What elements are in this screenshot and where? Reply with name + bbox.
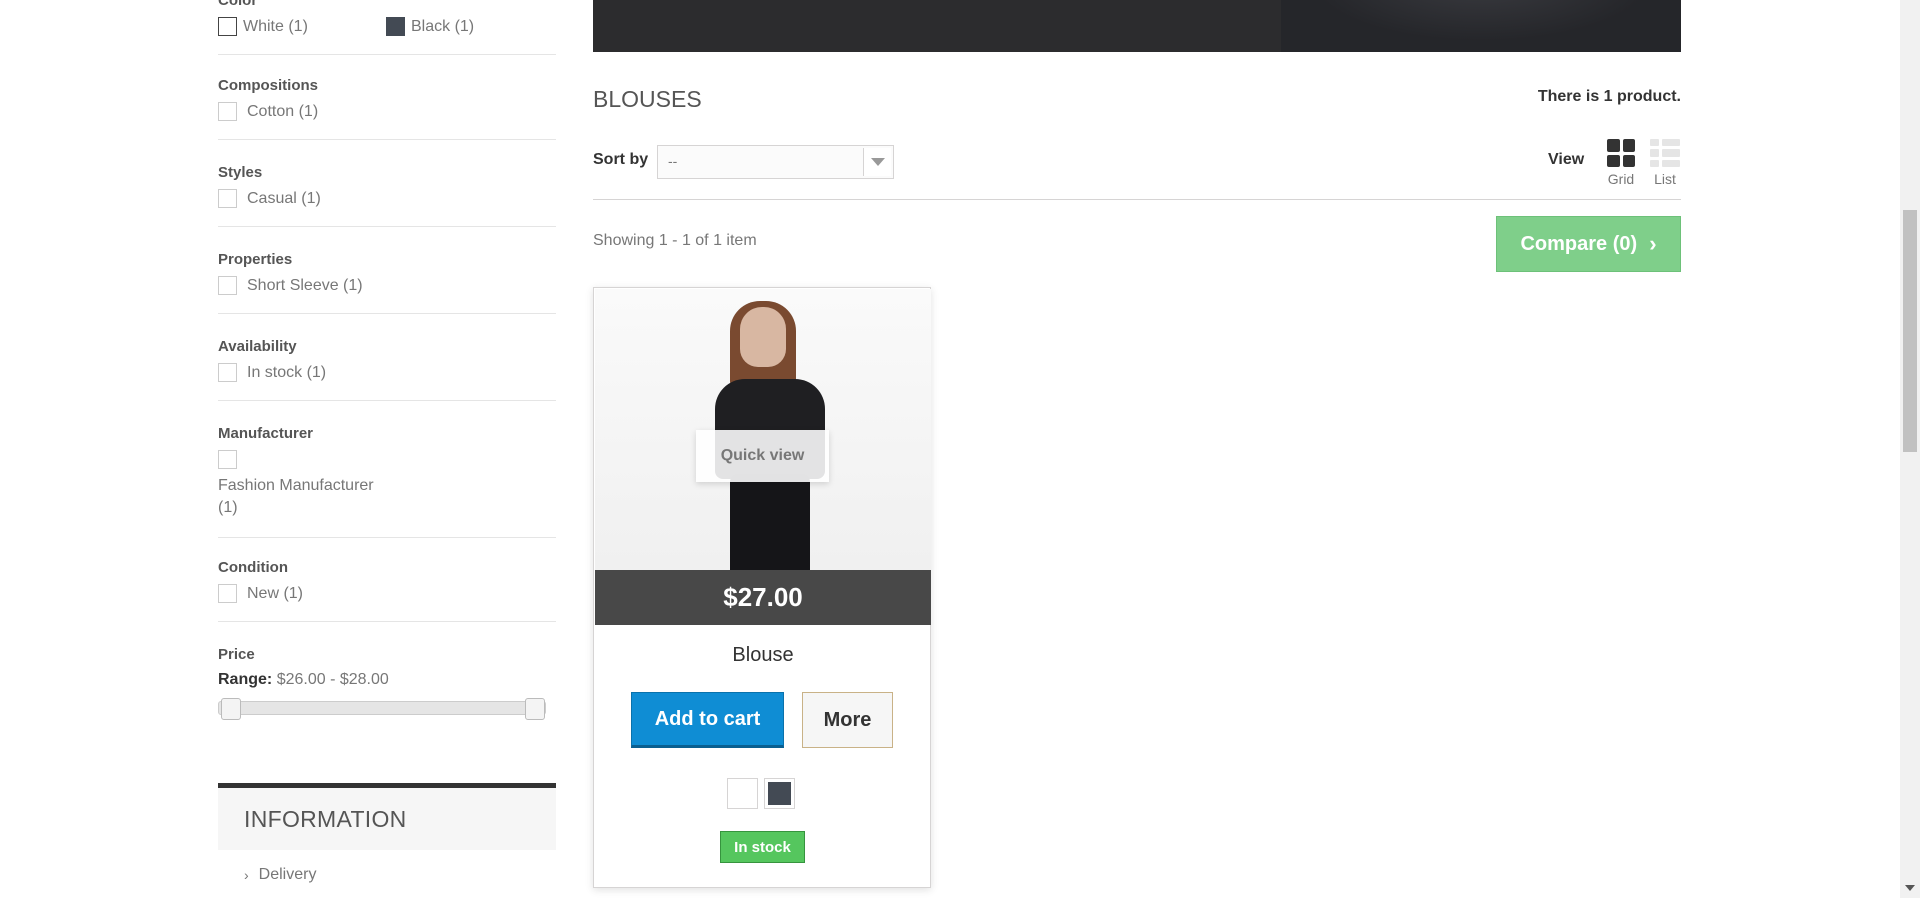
filter-group-color: Color White (1) Black (1) [218, 0, 556, 55]
filter-group-condition: Condition New (1) [218, 559, 556, 622]
filter-label: Cotton (1) [247, 102, 319, 120]
color-swatch-black[interactable] [764, 778, 795, 809]
compare-label: Compare (0) [1520, 232, 1638, 255]
filter-label: New (1) [247, 584, 304, 602]
view-list-label: List [1654, 171, 1676, 187]
scrollbar-thumb[interactable] [1903, 210, 1917, 452]
view-list-button[interactable]: List [1645, 139, 1685, 187]
filter-title: Price [218, 646, 255, 663]
stock-badge: In stock [720, 831, 805, 863]
filter-group-price: Price Range: $26.00 - $28.00 [218, 646, 556, 733]
price-slider-max-handle[interactable] [525, 698, 545, 720]
filter-label: In stock (1) [247, 363, 327, 381]
category-banner-image [593, 0, 1681, 52]
filter-title: Styles [218, 164, 263, 181]
information-title: INFORMATION [218, 783, 556, 850]
filter-option-fashion-manufacturer[interactable]: Fashion Manufacturer (1) [218, 450, 388, 519]
color-swatch-white[interactable] [218, 17, 237, 36]
color-swatch-black[interactable] [386, 17, 405, 36]
filter-option-in-stock[interactable]: In stock (1) [218, 363, 386, 382]
category-title: BLOUSES [593, 86, 702, 112]
banner-shape [1281, 0, 1681, 52]
filter-label: Fashion Manufacturer (1) [218, 477, 374, 516]
filter-group-manufacturer: Manufacturer Fashion Manufacturer (1) [218, 425, 556, 538]
product-image[interactable]: Quick view [595, 289, 931, 571]
view-label: View [1548, 151, 1585, 168]
filter-option-short-sleeve[interactable]: Short Sleeve (1) [218, 276, 468, 295]
model-face [740, 307, 786, 367]
filter-option-new[interactable]: New (1) [218, 584, 386, 603]
view-grid-label: Grid [1607, 171, 1635, 187]
more-button[interactable]: More [802, 692, 893, 748]
list-view-icon [1650, 139, 1680, 167]
sort-select[interactable]: -- [657, 145, 894, 179]
filter-title: Color [218, 0, 258, 9]
product-count: There is 1 product. [1537, 88, 1681, 105]
product-name[interactable]: Blouse [594, 644, 932, 667]
filter-checkbox[interactable] [218, 584, 237, 603]
filter-checkbox[interactable] [218, 276, 237, 295]
price-range-text: Range: $26.00 - $28.00 [218, 671, 556, 689]
information-block: INFORMATION › Delivery [218, 783, 556, 884]
color-option-black[interactable]: Black (1) [386, 17, 554, 36]
product-card[interactable]: Quick view $27.00 Blouse Add to cart Mor… [593, 287, 931, 888]
color-swatch-white[interactable] [727, 778, 758, 809]
filter-label: White (1) [243, 17, 308, 35]
model-pants [730, 474, 810, 571]
scrollbar[interactable] [1900, 0, 1920, 898]
filter-group-properties: Properties Short Sleeve (1) [218, 251, 556, 314]
chevron-down-icon[interactable] [863, 148, 891, 176]
filter-title: Condition [218, 559, 288, 576]
filter-checkbox[interactable] [218, 189, 237, 208]
filter-label: Short Sleeve (1) [247, 276, 363, 294]
chevron-right-icon: › [1649, 231, 1657, 256]
sort-select-value: -- [668, 153, 678, 169]
filter-label: Black (1) [411, 17, 475, 35]
compare-button[interactable]: Compare (0) › [1496, 216, 1681, 272]
filter-title: Manufacturer [218, 425, 314, 442]
filter-group-availability: Availability In stock (1) [218, 338, 556, 401]
scroll-down-arrow-icon[interactable] [1900, 878, 1920, 898]
product-price: $27.00 [595, 570, 931, 625]
filter-title: Availability [218, 338, 297, 355]
filter-checkbox[interactable] [218, 363, 237, 382]
chevron-right-icon: › [244, 867, 249, 883]
filter-title: Properties [218, 251, 293, 268]
filter-checkbox[interactable] [218, 450, 237, 469]
grid-view-icon [1607, 139, 1635, 167]
divider [593, 199, 1681, 200]
price-range-value: $26.00 - $28.00 [276, 671, 389, 688]
view-grid-button[interactable]: Grid [1601, 139, 1641, 187]
price-range-label: Range: [218, 671, 273, 688]
price-slider[interactable] [218, 698, 546, 720]
add-to-cart-button[interactable]: Add to cart [631, 692, 784, 748]
filter-title: Compositions [218, 77, 318, 94]
sort-label: Sort by [593, 151, 649, 168]
filter-group-compositions: Compositions Cotton (1) [218, 77, 556, 140]
filter-option-cotton[interactable]: Cotton (1) [218, 102, 386, 121]
filter-group-styles: Styles Casual (1) [218, 164, 556, 227]
filter-option-casual[interactable]: Casual (1) [218, 189, 386, 208]
showing-items-text: Showing 1 - 1 of 1 item [593, 232, 757, 249]
filter-label: Casual (1) [247, 189, 321, 207]
color-option-white[interactable]: White (1) [218, 17, 386, 36]
filter-checkbox[interactable] [218, 102, 237, 121]
info-link-delivery[interactable]: › Delivery [218, 866, 556, 884]
quick-view-button[interactable]: Quick view [696, 430, 829, 482]
info-link-label: Delivery [258, 866, 317, 883]
price-slider-min-handle[interactable] [221, 698, 241, 720]
